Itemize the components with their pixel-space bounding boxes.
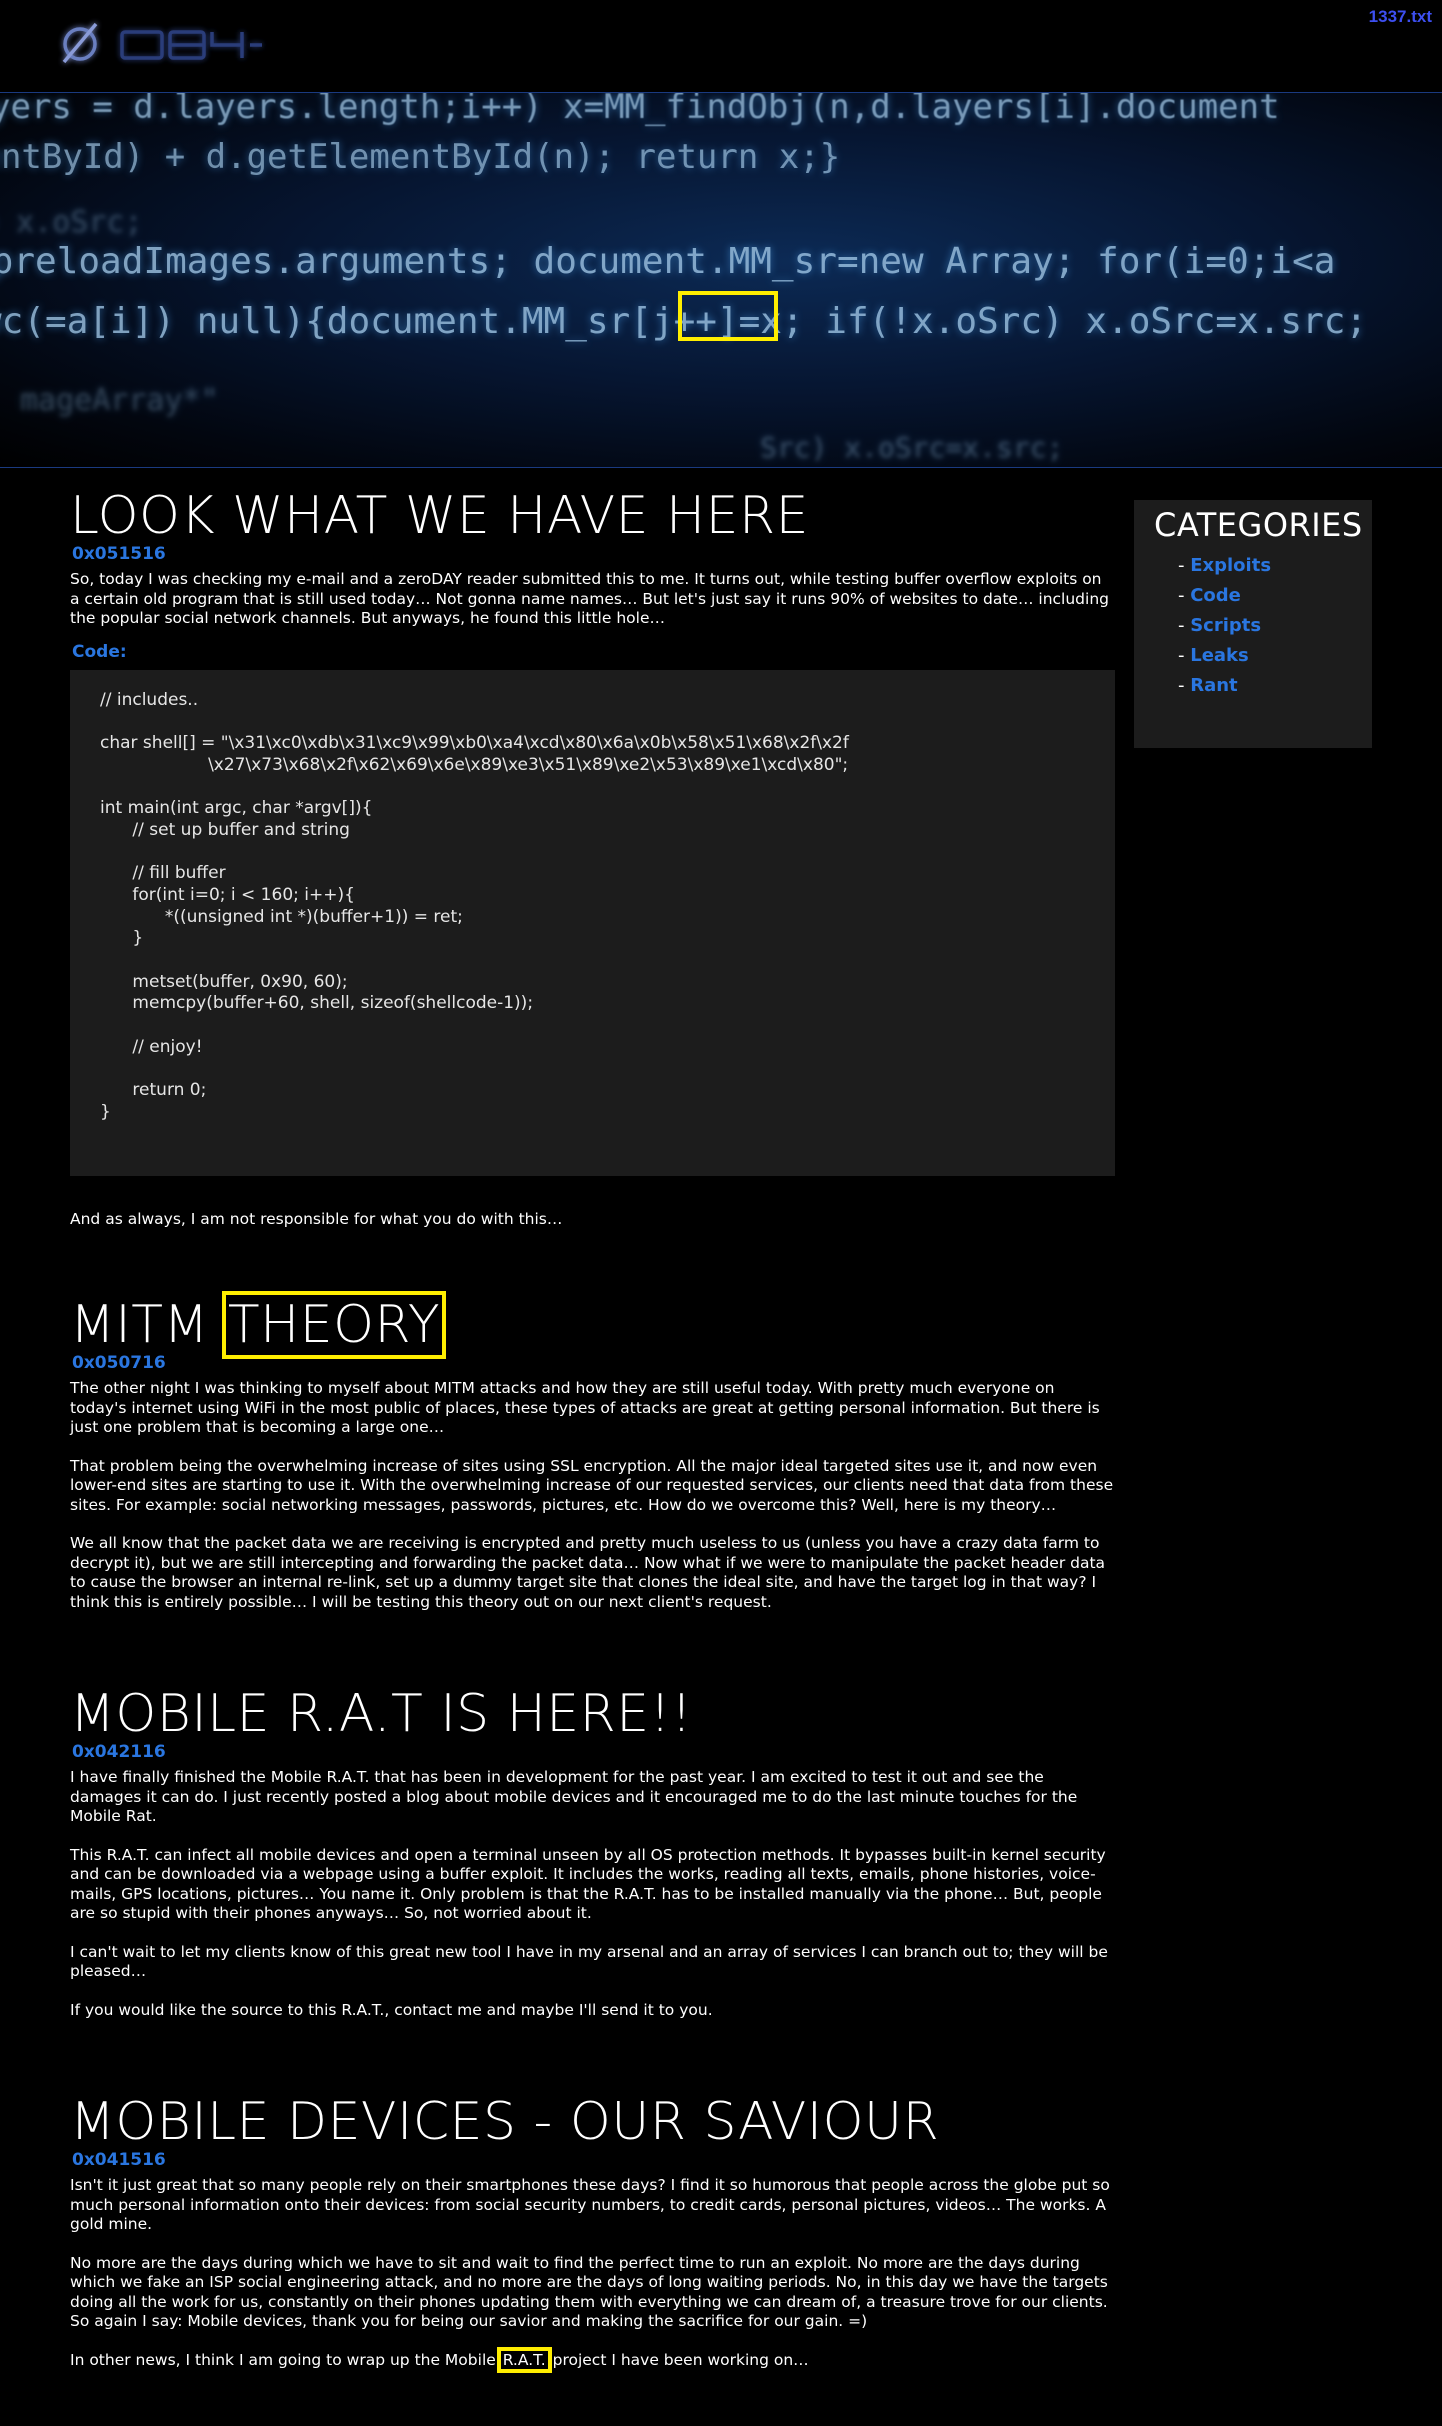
post-paragraph: We all know that the packet data we are … xyxy=(70,1534,1106,1611)
code-label: Code: xyxy=(72,641,127,662)
categories-sidebar: CATEGORIES - Exploits - Code - Scripts -… xyxy=(1134,500,1372,748)
category-item: - Code xyxy=(1178,581,1372,611)
top-bar: 1337.txt xyxy=(0,0,1442,92)
post-paragraph: I can't wait to let my clients know of t… xyxy=(70,1942,1108,1981)
post-id: 0x042116 xyxy=(72,1742,166,1762)
hero-code-line: = x.oSrc; xyxy=(0,205,143,240)
post-paragraph: The other night I was thinking to myself… xyxy=(70,1379,1100,1436)
post-title[interactable]: MOBILE DEVICES - OUR SAVIOUR xyxy=(70,2096,1115,2148)
post-id: 0x041516 xyxy=(72,2150,166,2170)
post: LOOK WHAT WE HAVE HERE 0x051516 So, toda… xyxy=(70,490,1115,1229)
hero-banner: yers = d.layers.length;i++) x=MM_findObj… xyxy=(0,92,1442,468)
post-paragraph: If you would like the source to this R.A… xyxy=(70,2000,713,2019)
post-title-highlight: THEORY xyxy=(221,1291,447,1359)
zeroday-logo[interactable] xyxy=(52,14,282,74)
post-paragraph: In other news, I think I am going to wra… xyxy=(70,2346,1115,2373)
post-title[interactable]: MOBILE R.A.T IS HERE!! xyxy=(70,1688,1115,1740)
category-bullet: - xyxy=(1178,645,1191,666)
category-bullet: - xyxy=(1178,585,1191,606)
post-title[interactable]: MITM THEORY xyxy=(70,1291,1115,1359)
category-bullet: - xyxy=(1178,555,1191,576)
hero-code-line: yers = d.layers.length;i++) x=MM_findObj… xyxy=(0,92,1280,127)
category-item: - Scripts xyxy=(1178,611,1372,641)
text-segment: In other news, I think I am going to wra… xyxy=(70,2350,501,2369)
post-paragraph: So, today I was checking my e-mail and a… xyxy=(70,570,1109,627)
post-list: LOOK WHAT WE HAVE HERE 0x051516 So, toda… xyxy=(70,490,1115,2426)
post-paragraph: I have finally finished the Mobile R.A.T… xyxy=(70,1768,1078,1825)
text-segment: project I have been working on… xyxy=(547,2350,809,2369)
category-link-exploits[interactable]: Exploits xyxy=(1190,555,1271,576)
post: MITM THEORY 0x050716 The other night I w… xyxy=(70,1291,1115,1612)
post-title[interactable]: LOOK WHAT WE HAVE HERE xyxy=(70,490,1115,542)
category-link-rant[interactable]: Rant xyxy=(1190,675,1237,696)
category-link-code[interactable]: Code xyxy=(1190,585,1241,606)
hero-code-line: Src) x.oSrc=x.src; xyxy=(760,431,1064,464)
category-link-scripts[interactable]: Scripts xyxy=(1190,615,1261,636)
hero-highlight-box xyxy=(678,291,778,341)
post-paragraph: That problem being the overwhelming incr… xyxy=(70,1456,1114,1514)
sidebar-title: CATEGORIES xyxy=(1154,506,1363,544)
category-link-leaks[interactable]: Leaks xyxy=(1190,645,1249,666)
category-item: - Rant xyxy=(1178,671,1372,701)
post-paragraph: And as always, I am not responsible for … xyxy=(70,1209,563,1228)
hero-code-line: mageArray*" xyxy=(20,383,219,418)
text-highlight: R.A.T. xyxy=(496,2346,552,2373)
post-title-part: MITM xyxy=(70,1295,209,1355)
post-id: 0x050716 xyxy=(72,1353,166,1373)
post: MOBILE R.A.T IS HERE!! 0x042116 I have f… xyxy=(70,1688,1115,2020)
category-list: - Exploits - Code - Scripts - Leaks - Ra… xyxy=(1178,551,1372,701)
category-item: - Leaks xyxy=(1178,641,1372,671)
category-item: - Exploits xyxy=(1178,551,1372,581)
post: MOBILE DEVICES - OUR SAVIOUR 0x041516 Is… xyxy=(70,2096,1115,2373)
category-bullet: - xyxy=(1178,675,1191,696)
code-text: // includes.. char shell[] = "\x31\xc0\x… xyxy=(100,689,849,1122)
corner-link-1337[interactable]: 1337.txt xyxy=(1369,7,1432,27)
post-id: 0x051516 xyxy=(72,544,166,564)
hero-code-line: -preloadImages.arguments; document.MM_sr… xyxy=(0,241,1336,282)
post-paragraph: Isn't it just great that so many people … xyxy=(70,2176,1110,2233)
category-bullet: - xyxy=(1178,615,1191,636)
hero-code-line: mentById) + d.getElementById(n); return … xyxy=(0,137,841,177)
post-paragraph: No more are the days during which we hav… xyxy=(70,2253,1108,2331)
post-paragraph: This R.A.T. can infect all mobile device… xyxy=(70,1845,1106,1923)
code-block: // includes.. char shell[] = "\x31\xc0\x… xyxy=(70,669,1115,1176)
